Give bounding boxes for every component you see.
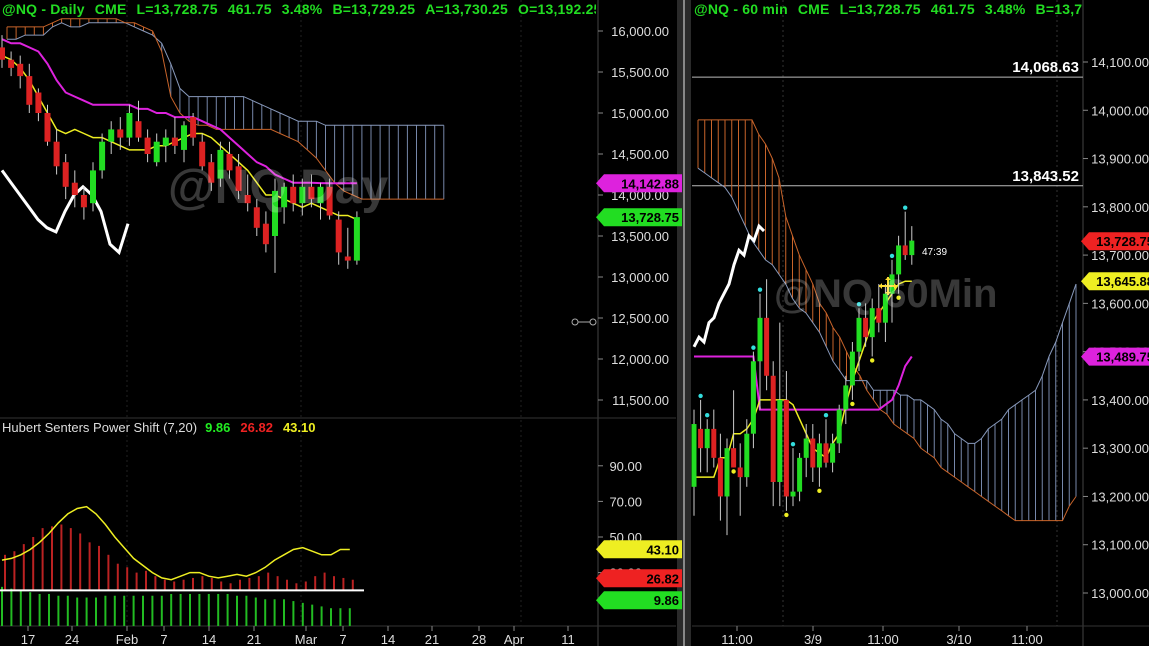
x-tick-label: 3/10 bbox=[946, 632, 971, 646]
swing-low-dot bbox=[731, 469, 736, 474]
indicator-green-tag: 9.86 bbox=[596, 591, 682, 610]
right-kijun-price-tag: 13,489.75 bbox=[1081, 347, 1149, 366]
swing-low-dot bbox=[870, 358, 875, 363]
right-pct: 3.48% bbox=[984, 1, 1026, 17]
right-exchange: CME bbox=[797, 1, 830, 17]
svg-text:13,728.75: 13,728.75 bbox=[1096, 234, 1149, 249]
swing-high-dot bbox=[705, 413, 710, 418]
indicator-red-tag: 26.82 bbox=[596, 569, 682, 588]
svg-text:13,728.75: 13,728.75 bbox=[621, 210, 679, 225]
left-bid: B=13,729.25 bbox=[332, 1, 416, 17]
left-last: L=13,728.75 bbox=[136, 1, 218, 17]
indicator-red-value: 26.82 bbox=[240, 420, 273, 435]
candle bbox=[353, 211, 360, 265]
y-tick-label: 13,300.00 bbox=[1091, 441, 1149, 456]
y-tick-label: 14,100.00 bbox=[1091, 55, 1149, 70]
x-tick-label: 11 bbox=[561, 632, 575, 646]
y-tick-label: 14,000.00 bbox=[1091, 103, 1149, 118]
y-tick-label: 13,200.00 bbox=[1091, 489, 1149, 504]
right-change: 461.75 bbox=[930, 1, 975, 17]
left-exchange: CME bbox=[94, 1, 127, 17]
y-tick-label: 13,600.00 bbox=[1091, 296, 1149, 311]
y-tick-label: 16,000.00 bbox=[611, 24, 669, 39]
svg-text:13,489.75: 13,489.75 bbox=[1096, 350, 1149, 365]
y-tick-label: 12,000.00 bbox=[611, 352, 669, 367]
x-tick-label: 14 bbox=[381, 632, 395, 646]
x-tick-label: 11:00 bbox=[721, 632, 753, 646]
y-tick-label: 13,900.00 bbox=[1091, 152, 1149, 167]
right-tenkan-price-tag: 13,645.88 bbox=[1081, 272, 1149, 291]
y-tick-label: 15,500.00 bbox=[611, 65, 669, 80]
right-last-price-tag: 13,728.75 bbox=[1081, 232, 1149, 251]
left-pct: 3.48% bbox=[281, 1, 323, 17]
swing-low-dot bbox=[850, 401, 855, 407]
indicator-green-value: 9.86 bbox=[205, 420, 231, 435]
right-watermark: @NQ 60Min bbox=[774, 272, 998, 316]
indicator-title: Hubert Senters Power Shift (7,20) 9.86 26.… bbox=[2, 420, 316, 435]
svg-text:26.82: 26.82 bbox=[646, 571, 679, 586]
swing-low-dot bbox=[817, 488, 822, 493]
left-watermark: @NQ Day bbox=[168, 161, 389, 214]
swing-high-dot bbox=[889, 253, 895, 259]
swing-high-dot bbox=[757, 287, 763, 292]
right-symbol[interactable]: @NQ - 60 min bbox=[694, 1, 788, 17]
left-symbol[interactable]: @NQ - Daily bbox=[2, 1, 85, 17]
x-tick-label: Apr bbox=[504, 632, 525, 646]
y-tick-label: 13,500.00 bbox=[611, 229, 669, 244]
x-tick-label: 7 bbox=[160, 632, 167, 646]
left-last-price-tag: 13,728.75 bbox=[596, 208, 682, 227]
y-tick-label: 11,500.00 bbox=[612, 393, 669, 408]
y-tick-label: 13,800.00 bbox=[1091, 200, 1149, 215]
right-bid: B=13,7 bbox=[1035, 1, 1082, 17]
indicator-tick-label: 90.00 bbox=[609, 459, 642, 474]
level-label: 14,068.63 bbox=[1012, 59, 1079, 76]
x-tick-label: 14 bbox=[202, 632, 216, 646]
left-chart-header: @NQ - Daily CME L=13,728.75 461.75 3.48% B=13… bbox=[2, 1, 596, 17]
swing-high-dot bbox=[698, 393, 703, 399]
y-tick-label: 13,400.00 bbox=[1091, 393, 1149, 408]
x-tick-label: 7 bbox=[339, 632, 346, 646]
indicator-yellow-tag: 43.10 bbox=[596, 540, 682, 559]
right-chart-header: @NQ - 60 min CME L=13,728.75 461.75 3.48% B=1… bbox=[694, 1, 1082, 17]
x-tick-label: 11:00 bbox=[867, 632, 899, 646]
y-tick-label: 12,500.00 bbox=[611, 311, 669, 326]
svg-text:43.10: 43.10 bbox=[646, 542, 679, 557]
y-tick-label: 14,500.00 bbox=[611, 147, 669, 162]
swing-high-dot bbox=[903, 205, 908, 210]
svg-text:14,142.88: 14,142.88 bbox=[621, 176, 679, 191]
svg-text:9.86: 9.86 bbox=[654, 593, 679, 608]
x-tick-label: 3/9 bbox=[804, 632, 822, 646]
background bbox=[0, 0, 1149, 646]
x-tick-label: 21 bbox=[425, 632, 439, 646]
y-tick-label: 13,000.00 bbox=[611, 270, 669, 285]
indicator-name[interactable]: Hubert Senters Power Shift (7,20) bbox=[2, 420, 197, 435]
left-open: O=13,192.25 bbox=[518, 1, 596, 17]
y-tick-label: 13,700.00 bbox=[1091, 248, 1149, 263]
x-tick-label: Mar bbox=[295, 632, 318, 646]
swing-high-dot bbox=[790, 441, 796, 447]
swing-high-dot bbox=[823, 413, 829, 418]
x-tick-label: 24 bbox=[65, 632, 79, 646]
right-last: L=13,728.75 bbox=[839, 1, 921, 17]
left-kijun-price-tag: 14,142.88 bbox=[596, 174, 682, 193]
indicator-yellow-value: 43.10 bbox=[282, 420, 316, 435]
left-change: 461.75 bbox=[227, 1, 272, 17]
x-tick-label: 11:00 bbox=[1011, 632, 1043, 646]
swing-low-dot bbox=[784, 512, 789, 518]
swing-high-dot bbox=[751, 345, 756, 350]
bar-countdown: 47:39 bbox=[922, 247, 947, 258]
y-tick-label: 13,100.00 bbox=[1091, 538, 1149, 553]
y-tick-label: 15,000.00 bbox=[611, 106, 669, 121]
y-tick-label: 13,000.00 bbox=[1091, 586, 1149, 601]
x-tick-label: 21 bbox=[247, 632, 261, 646]
x-tick-label: Feb bbox=[116, 632, 138, 646]
x-tick-label: 17 bbox=[21, 632, 35, 646]
x-tick-label: 28 bbox=[472, 632, 486, 646]
left-ask: A=13,730.25 bbox=[425, 1, 508, 17]
svg-text:13,645.88: 13,645.88 bbox=[1096, 274, 1149, 289]
level-label: 13,843.52 bbox=[1012, 168, 1079, 185]
indicator-tick-label: 70.00 bbox=[609, 494, 642, 509]
chart-stage: 16,000.00 15,500.00 15,000.00 14,500.00 14,0… bbox=[0, 0, 1149, 646]
